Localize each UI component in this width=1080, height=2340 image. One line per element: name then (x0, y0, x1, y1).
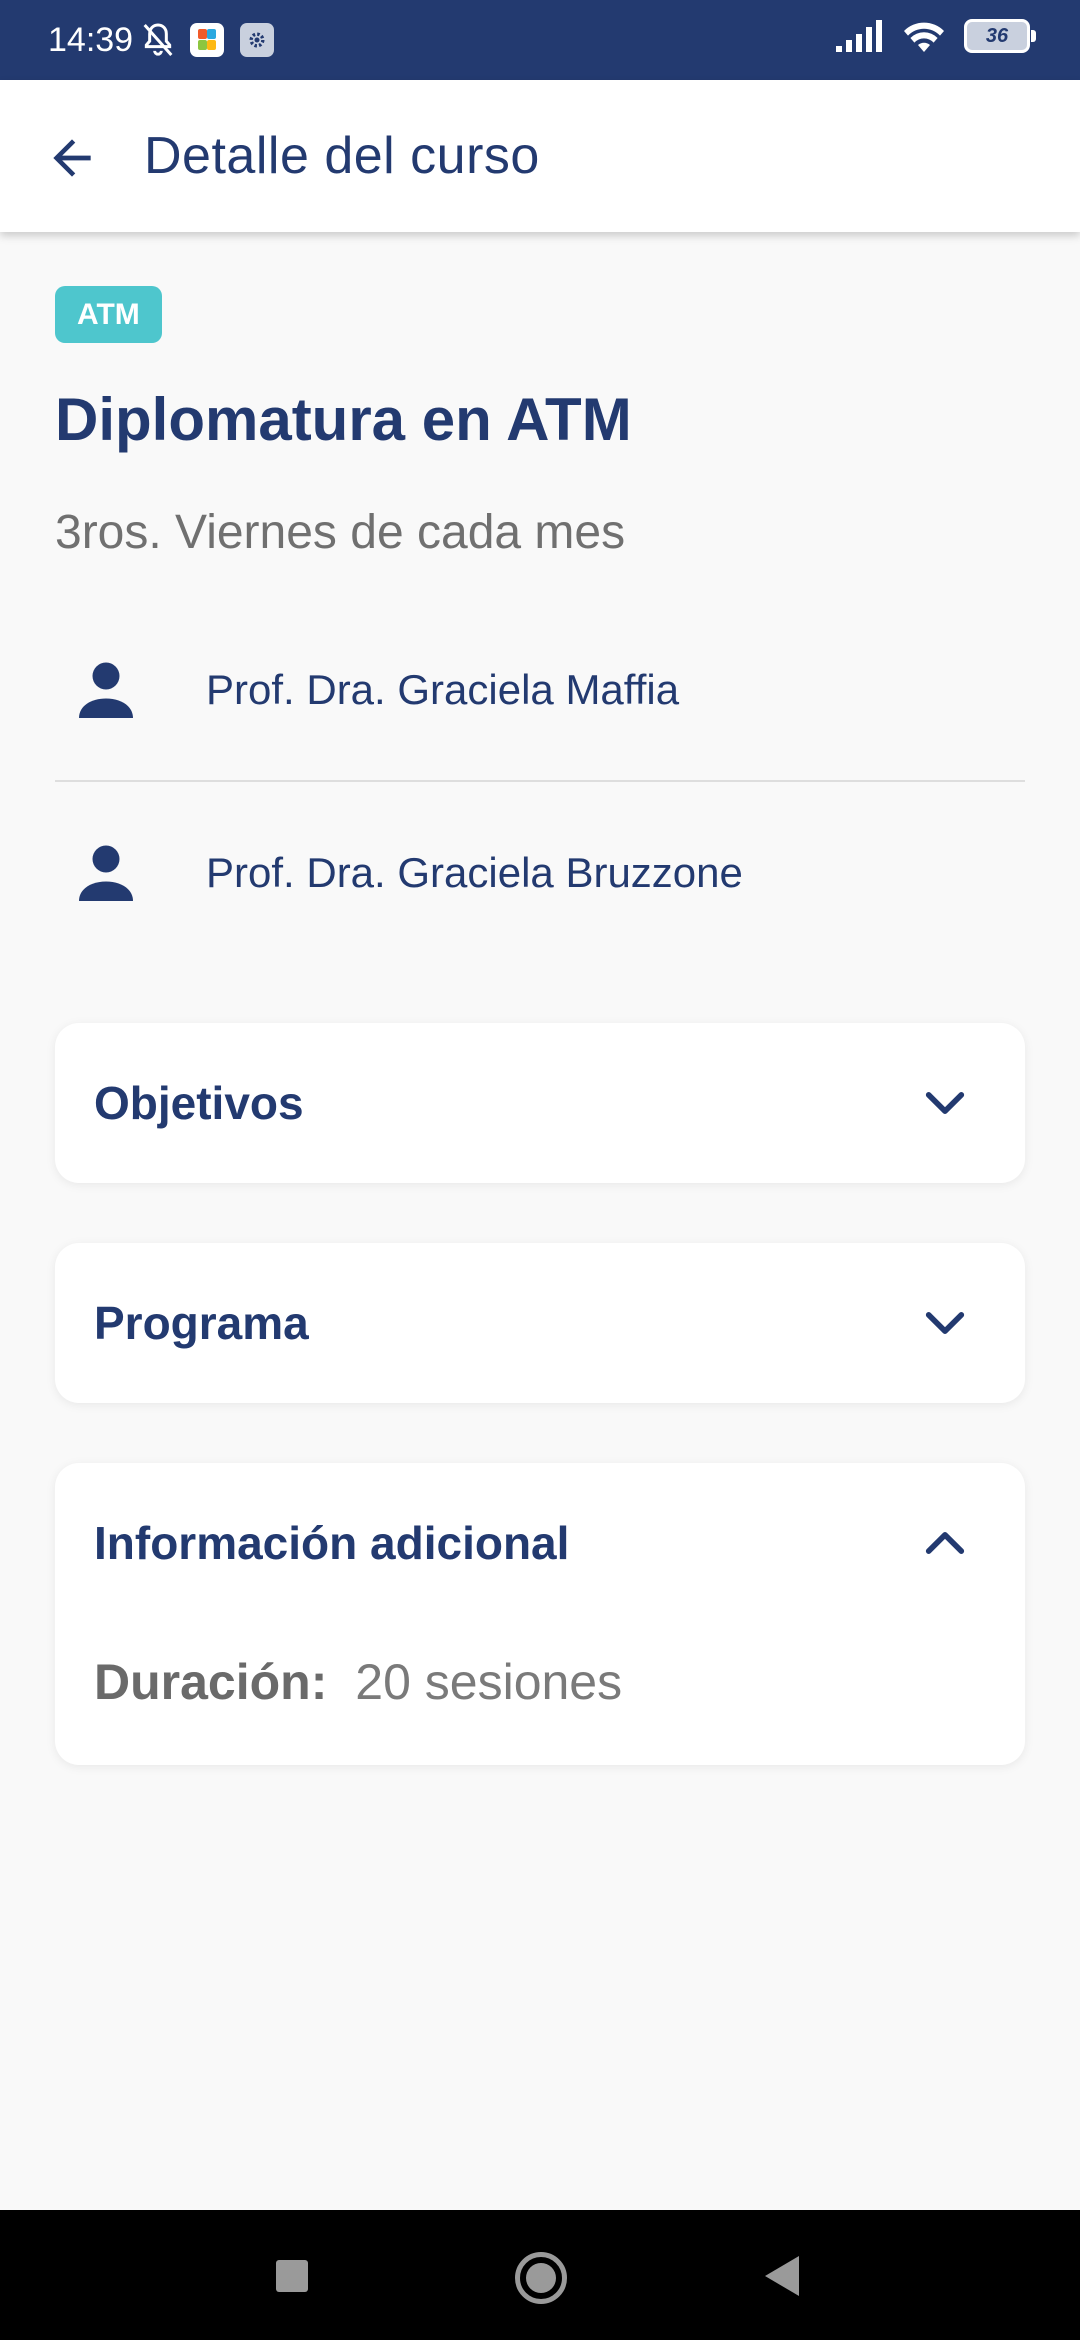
course-title: Diplomatura en ATM (55, 386, 632, 453)
chevron-down-icon (925, 1092, 965, 1114)
professor-row: Prof. Dra. Graciela Bruzzone (55, 798, 1025, 948)
divider (55, 780, 1025, 782)
section-objetivos[interactable]: Objetivos (55, 1023, 1025, 1183)
chevron-down-icon (925, 1312, 965, 1334)
app-icon (190, 23, 224, 57)
professor-name: Prof. Dra. Graciela Bruzzone (206, 849, 743, 896)
battery-icon: 36 (964, 19, 1036, 53)
duration-line: Duración: 20 sesiones (94, 1653, 622, 1711)
bell-off-icon (143, 23, 173, 56)
system-nav-bar (0, 2210, 1080, 2340)
page-title: Detalle del curso (144, 127, 540, 185)
chevron-up-icon (925, 1532, 965, 1554)
back-icon[interactable] (765, 2256, 799, 2296)
signal-icon (836, 20, 882, 52)
section-title: Información adicional (94, 1517, 570, 1569)
duration-value: 20 sesiones (355, 1654, 623, 1710)
back-button[interactable] (36, 122, 108, 194)
home-icon[interactable] (515, 2252, 567, 2304)
app-bar: Detalle del curso (0, 80, 1080, 232)
section-informacion-adicional[interactable]: Información adicional Duración: 20 sesio… (55, 1463, 1025, 1765)
arrow-left-icon (53, 139, 91, 177)
section-title: Programa (94, 1297, 309, 1349)
professor-name: Prof. Dra. Graciela Maffia (206, 666, 680, 713)
wifi-icon (904, 22, 944, 52)
section-title: Objetivos (94, 1077, 304, 1129)
duration-label: Duración: (94, 1654, 328, 1710)
section-programa[interactable]: Programa (55, 1243, 1025, 1403)
person-icon (79, 845, 133, 901)
battery-level: 36 (985, 24, 1009, 47)
person-icon (79, 662, 133, 718)
settings-icon (240, 23, 274, 57)
professor-row: Prof. Dra. Graciela Maffia (55, 615, 1025, 765)
recents-icon[interactable] (276, 2260, 308, 2292)
course-schedule: 3ros. Viernes de cada mes (55, 506, 626, 559)
category-badge: ATM (55, 286, 162, 343)
status-bar: 14:39 36 (0, 0, 1080, 80)
status-time: 14:39 (48, 21, 134, 59)
status-right: 36 (834, 18, 1036, 54)
